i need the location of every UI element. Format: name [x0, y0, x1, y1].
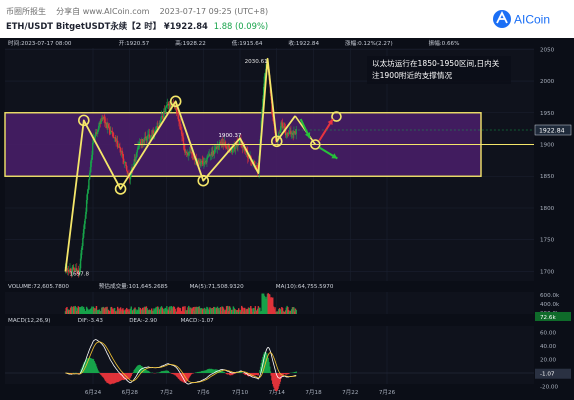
candle-body [84, 218, 86, 224]
ohlc-item: 振幅:0.66% [429, 39, 460, 47]
ohlc-item: 高:1928.22 [175, 39, 206, 47]
candle-body [160, 119, 162, 124]
candle-body [88, 179, 90, 190]
x-tick-label: 7月10 [232, 389, 249, 396]
macd-histogram-bar [269, 371, 272, 373]
volume-legend-item: MA(10):64,755.5970 [276, 284, 334, 290]
candle-body [87, 189, 89, 194]
x-tick-label: 7月26 [379, 389, 396, 396]
macd-legend-item: DIF:-3.43 [78, 318, 104, 324]
macd-y-tick: 40.00 [540, 344, 556, 350]
volume-last-label: 72.6k [540, 315, 556, 321]
volume-y-tick: 600.0k [540, 293, 560, 299]
macd-histogram-bar [257, 373, 260, 376]
annotation-text: 注1900附近的支撑情况 [372, 70, 452, 80]
x-tick-label: 6月28 [122, 389, 139, 396]
y-tick-label: 1800 [540, 206, 555, 212]
y-tick-label: 1750 [540, 238, 555, 244]
macd-last-label: -1.07 [540, 372, 555, 378]
macd-legend-item: MACD(12,26,9) [8, 318, 50, 324]
macd-legend-item: DEA:-2.90 [129, 318, 157, 324]
volume-legend-item: VOLUME:72,605.7800 [8, 284, 69, 290]
annotation-text: 以太坊运行在1850-1950区间,日内关 [372, 58, 500, 68]
aicoin-logo: AICoin [493, 10, 550, 28]
ohlc-item: 时间:2023-07-17 08:00 [8, 39, 72, 47]
header: 币圈所报生 分享自 www.AICoin.com 2023-07-17 09:2… [0, 0, 574, 38]
brand-label: AICoin [514, 13, 550, 27]
macd-histogram-bar [295, 371, 297, 373]
y-tick-label: 1900 [540, 143, 555, 149]
x-tick-label: 7月22 [342, 389, 358, 396]
macd-histogram-bar [241, 372, 243, 373]
support-price-label: 1900.37 [218, 133, 242, 139]
ohlc-item: 低:1915.64 [232, 39, 263, 47]
candle-body [86, 193, 89, 200]
share-label[interactable]: 分享自 www.AICoin.com [56, 7, 149, 16]
low-price-label: 1697.8 [69, 272, 89, 278]
macd-histogram-bar [131, 373, 133, 375]
header-meta: 币圈所报生 分享自 www.AICoin.com 2023-07-17 09:2… [6, 6, 268, 17]
pair-label: ETH/USDT BitgetUSDT永续【2 时】 [6, 21, 161, 31]
price-label: ¥1922.84 [163, 21, 208, 31]
x-tick-label: 7月2 [160, 389, 173, 396]
macd-y-tick: 60.00 [540, 331, 556, 337]
ohlc-item: 涨幅:0.12%(2.27) [345, 39, 393, 47]
source-label: 币圈所报生 [6, 7, 46, 16]
candle-body [91, 142, 94, 155]
macd-y-tick: 20.00 [540, 358, 556, 364]
candle-body [126, 165, 128, 171]
change-label: 1.88 (0.09%) [213, 21, 269, 31]
volume-y-tick: 400.0k [540, 302, 560, 308]
chart-area[interactable]: 2050 2000 1950 1900 1850 1800 1750 1700 6月24 6月28… [0, 38, 574, 400]
macd-panel [5, 326, 534, 384]
macd-y-tick: -20.00 [540, 385, 558, 391]
y-tick-label: 1700 [540, 269, 555, 275]
volume-legend-item: MA(5):71,508.9320 [190, 284, 244, 290]
chart-screenshot: 币圈所报生 分享自 www.AICoin.com 2023-07-17 09:2… [0, 0, 574, 400]
candle-body [295, 129, 297, 135]
high-price-label: 2030.61 [245, 59, 269, 65]
datetime-label: 2023-07-17 09:25 (UTC+8) [159, 7, 269, 16]
ticker-line: ETH/USDT BitgetUSDT永续【2 时】 ¥1922.84 1.88… [6, 20, 268, 32]
ohlc-item: 开:1920.57 [119, 40, 150, 47]
volume-bar [295, 309, 297, 314]
x-tick-label: 7月18 [305, 389, 322, 396]
current-price-label: 1922.84 [539, 128, 565, 135]
volume-legend-item: 预估成交量:101,645.2685 [99, 282, 168, 290]
candle-body [129, 176, 132, 180]
ohlc-item: 收:1922.84 [288, 39, 319, 47]
macd-legend-item: MACD:-1.07 [181, 318, 215, 324]
y-tick-label: 1950 [540, 111, 555, 117]
y-tick-label: 2000 [540, 79, 555, 85]
y-tick-label: 1850 [540, 174, 555, 180]
x-tick-label: 7月6 [197, 389, 210, 396]
candle-body [82, 237, 84, 246]
y-tick-label: 2050 [540, 47, 555, 53]
x-tick-label: 6月24 [85, 389, 102, 396]
